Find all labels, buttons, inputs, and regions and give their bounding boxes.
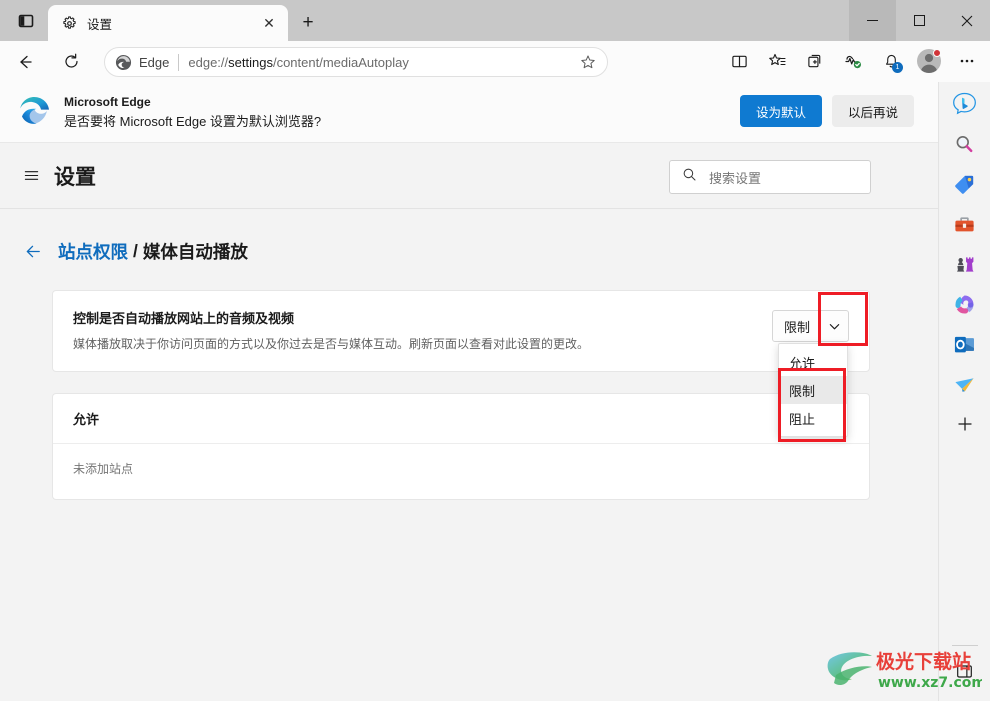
- url-host: settings: [228, 54, 273, 70]
- banner-title: Microsoft Edge: [64, 94, 151, 109]
- vertical-tabs-icon[interactable]: [10, 7, 42, 35]
- search-icon: [682, 167, 697, 187]
- browser-essentials-icon[interactable]: [837, 46, 869, 76]
- allow-card-header: 允许: [53, 394, 869, 444]
- browser-tab[interactable]: 设置 ✕: [48, 5, 288, 41]
- dropdown-option-allow[interactable]: 允许: [779, 348, 847, 376]
- title-bar: 设置 ✕ +: [0, 0, 990, 41]
- default-browser-banner: Microsoft Edge 是否要将 Microsoft Edge 设置为默认…: [0, 82, 938, 143]
- edge-chip-label: Edge: [139, 54, 170, 70]
- add-sidebar-app-icon[interactable]: [949, 408, 981, 440]
- hamburger-menu-icon[interactable]: [18, 163, 44, 189]
- notifications-bell-icon[interactable]: 1: [875, 46, 907, 76]
- collections-icon[interactable]: [799, 46, 831, 76]
- bing-copilot-icon[interactable]: [949, 88, 981, 120]
- notification-count-badge: 1: [892, 62, 903, 73]
- star-icon[interactable]: [575, 49, 601, 75]
- breadcrumb-parent-link[interactable]: 站点权限: [58, 239, 128, 264]
- close-button[interactable]: [943, 0, 990, 41]
- settings-header: 设置 搜索设置: [0, 143, 938, 209]
- gear-icon: [60, 14, 78, 32]
- edge-logo-icon: [16, 94, 52, 130]
- allow-sites-card: 允许 未添加站点: [52, 393, 870, 500]
- window-controls: [849, 0, 990, 41]
- dropdown-option-block[interactable]: 阻止: [779, 404, 847, 432]
- back-button[interactable]: [9, 47, 41, 77]
- autoplay-select-wrapper: 限制 允许 限制 阻止: [772, 310, 849, 437]
- settings-page: Microsoft Edge 是否要将 Microsoft Edge 设置为默认…: [0, 82, 938, 701]
- profile-alert-dot: [933, 49, 941, 57]
- banner-question: 是否要将 Microsoft Edge 设置为默认浏览器?: [64, 113, 322, 129]
- setting-title: 控制是否自动播放网站上的音频及视频: [73, 311, 295, 326]
- minimize-button[interactable]: [849, 0, 896, 41]
- url-path: /content/mediaAutoplay: [272, 54, 409, 70]
- allow-card-title: 允许: [73, 412, 100, 427]
- autoplay-select[interactable]: 限制: [772, 310, 849, 342]
- search-icon[interactable]: [949, 128, 981, 160]
- edge-sidebar: [938, 82, 990, 701]
- toolbar-right-icons: 1: [720, 46, 986, 76]
- autoplay-select-value: 限制: [784, 319, 811, 335]
- no-sites-added-text: 未添加站点: [73, 462, 134, 476]
- more-settings-icon[interactable]: [951, 46, 983, 76]
- settings-body: 站点权限 / 媒体自动播放 控制是否自动播放网站上的音频及视频 媒体播放取决于你…: [0, 209, 938, 500]
- dropdown-option-limit[interactable]: 限制: [779, 376, 847, 404]
- url-text: edge://settings/content/mediaAutoplay: [188, 55, 575, 70]
- remind-later-button[interactable]: 以后再说: [831, 95, 914, 127]
- new-tab-button[interactable]: +: [294, 9, 322, 37]
- outlook-icon[interactable]: [949, 328, 981, 360]
- page-title: 设置: [54, 165, 96, 189]
- tab-close-icon[interactable]: ✕: [258, 12, 280, 34]
- reload-button[interactable]: [55, 47, 87, 77]
- browser-toolbar: Edge edge://settings/content/mediaAutopl…: [0, 41, 990, 82]
- autoplay-dropdown-list[interactable]: 允许 限制 阻止: [778, 343, 848, 437]
- sidebar-toggle-icon[interactable]: [949, 655, 981, 687]
- search-input[interactable]: 搜索设置: [669, 160, 871, 194]
- address-bar[interactable]: Edge edge://settings/content/mediaAutopl…: [104, 47, 608, 77]
- microsoft-365-icon[interactable]: [949, 288, 981, 320]
- split-screen-icon[interactable]: [723, 46, 755, 76]
- autoplay-setting-card: 控制是否自动播放网站上的音频及视频 媒体播放取决于你访问页面的方式以及你过去是否…: [52, 290, 870, 437]
- breadcrumb-back-icon[interactable]: [22, 241, 44, 263]
- allow-card-body: 未添加站点: [53, 444, 869, 499]
- profile-avatar[interactable]: [913, 46, 945, 76]
- favorites-icon[interactable]: [761, 46, 793, 76]
- url-scheme: edge://: [188, 54, 229, 70]
- games-chess-icon[interactable]: [949, 248, 981, 280]
- breadcrumb-current: 媒体自动播放: [142, 242, 248, 262]
- setting-description: 媒体播放取决于你访问页面的方式以及你过去是否与媒体互动。刷新页面以查看对此设置的…: [73, 337, 590, 351]
- set-default-button[interactable]: 设为默认: [739, 95, 822, 127]
- edge-browser-window: 设置 ✕ + Edge edge://settings/content/medi…: [0, 0, 990, 701]
- tab-title: 设置: [87, 17, 113, 32]
- sidebar-divider: [951, 645, 978, 646]
- maximize-button[interactable]: [896, 0, 943, 41]
- search-placeholder: 搜索设置: [709, 170, 762, 186]
- banner-buttons: 设为默认 以后再说: [739, 95, 914, 127]
- edge-identity-chip: Edge: [115, 54, 169, 71]
- tools-briefcase-icon[interactable]: [949, 208, 981, 240]
- breadcrumb-separator: /: [133, 241, 138, 261]
- edge-logo-small-icon: [115, 54, 132, 70]
- banner-text-block: Microsoft Edge 是否要将 Microsoft Edge 设置为默认…: [64, 94, 321, 131]
- breadcrumb: 站点权限 / 媒体自动播放: [0, 239, 938, 264]
- shopping-tag-icon[interactable]: [949, 168, 981, 200]
- send-plane-icon[interactable]: [949, 368, 981, 400]
- chevron-down-icon[interactable]: [820, 320, 848, 333]
- omnibox-divider: [178, 53, 180, 71]
- vertical-tabs-glyph: [18, 14, 34, 28]
